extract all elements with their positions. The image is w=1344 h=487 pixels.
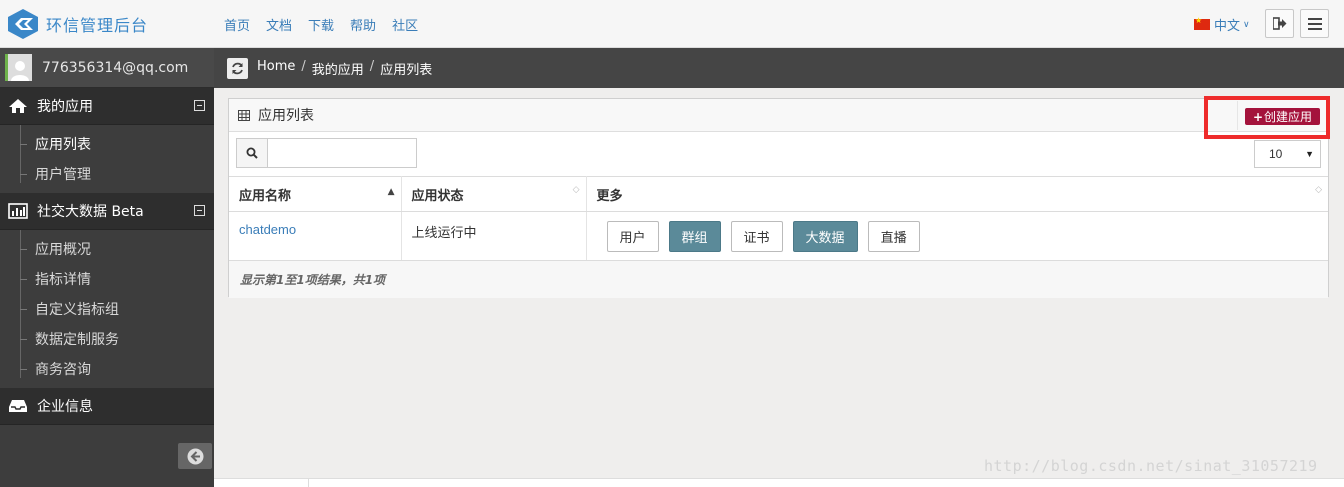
sidebar-collapse-button[interactable]	[178, 443, 212, 469]
sidebar-sublist-social-bigdata: 应用概况 指标详情 自定义指标组 数据定制服务 商务咨询	[0, 230, 214, 388]
column-header-label: 更多	[596, 188, 623, 204]
column-header-app-status[interactable]: 应用状态 ◇	[401, 176, 587, 212]
sidebar-item-user-management[interactable]: 用户管理	[0, 159, 214, 189]
nav-help[interactable]: 帮助	[350, 15, 376, 34]
sidebar-group-social-bigdata[interactable]: 社交大数据 Beta	[0, 193, 214, 230]
sidebar-item-custom-metric-group[interactable]: 自定义指标组	[0, 294, 214, 324]
app-table: 应用名称 ▲ 应用状态 ◇ 更多 ◇ chatdemo 上线运行中 用户 群组 …	[229, 176, 1328, 261]
table-toolbar: 10 ▼	[229, 132, 1328, 176]
arrow-circle-left-icon	[187, 448, 203, 464]
logout-button[interactable]	[1265, 9, 1294, 38]
app-list-panel: 应用列表 + 创建应用 10 ▼ 应用名称 ▲ 应用状态 ◇ 更多 ◇ chat…	[228, 96, 1330, 298]
table-info-footer: 显示第1至1项结果，共1项	[229, 261, 1328, 298]
sidebar-group-label: 社交大数据 Beta	[37, 204, 144, 220]
column-header-label: 应用名称	[239, 188, 292, 204]
collapse-icon[interactable]	[194, 100, 205, 111]
nav-docs[interactable]: 文档	[266, 15, 292, 34]
breadcrumb-home[interactable]: Home	[257, 59, 295, 78]
china-flag-icon	[1194, 16, 1210, 30]
live-button[interactable]: 直播	[867, 221, 920, 252]
search-input[interactable]	[268, 138, 417, 168]
user-email: 776356314@qq.com	[42, 59, 189, 76]
action-buttons: 用户 群组 证书 大数据 直播	[606, 221, 1329, 252]
search-icon	[246, 147, 258, 159]
home-icon	[9, 99, 27, 113]
bigdata-button[interactable]: 大数据	[792, 221, 858, 252]
hamburger-icon	[1307, 17, 1322, 30]
sort-asc-icon: ▲	[387, 187, 395, 197]
cell-actions: 用户 群组 证书 大数据 直播	[586, 211, 1329, 261]
panel-header: 应用列表 + 创建应用	[229, 96, 1330, 139]
breadcrumb: Home / 我的应用 / 应用列表	[257, 59, 432, 78]
inbox-icon	[9, 400, 27, 412]
sidebar-sublist-my-apps: 应用列表 用户管理	[0, 125, 214, 193]
users-button[interactable]: 用户	[606, 221, 659, 252]
user-icon	[11, 61, 29, 81]
language-selector[interactable]: 中文 ∨	[1194, 15, 1250, 34]
brand[interactable]: 环信管理后台	[6, 8, 148, 40]
sidebar-group-label: 企业信息	[37, 399, 93, 415]
table-icon	[238, 109, 250, 121]
breadcrumb-my-apps[interactable]: 我的应用	[312, 59, 364, 78]
chevron-down-icon: ∨	[1243, 19, 1250, 30]
menu-button[interactable]	[1300, 9, 1329, 38]
column-header-app-name[interactable]: 应用名称 ▲	[229, 176, 402, 212]
sidebar-item-app-list[interactable]: 应用列表	[0, 129, 214, 159]
page-size-select[interactable]: 10 ▼	[1254, 140, 1321, 168]
cell-app-status: 上线运行中	[401, 211, 587, 261]
search-group	[236, 138, 417, 168]
sidebar-group-label: 我的应用	[37, 99, 93, 115]
user-profile[interactable]: 776356314@qq.com	[0, 48, 214, 88]
nav-home[interactable]: 首页	[224, 15, 250, 34]
sidebar-item-business-consult[interactable]: 商务咨询	[0, 354, 214, 384]
search-addon[interactable]	[236, 138, 268, 168]
panel-title: 应用列表	[258, 108, 314, 124]
sort-icon: ◇	[572, 185, 580, 195]
top-navbar: 环信管理后台 首页 文档 下载 帮助 社区 中文 ∨	[0, 0, 1344, 48]
language-label: 中文	[1214, 19, 1241, 34]
collapse-icon[interactable]	[194, 205, 205, 216]
sort-icon: ◇	[1315, 185, 1322, 195]
sidebar: 776356314@qq.com 我的应用 应用列表 用户管理 社交大数据 Be…	[0, 48, 214, 487]
table-header-row: 应用名称 ▲ 应用状态 ◇ 更多 ◇	[229, 176, 1328, 212]
page-size-value: 10	[1269, 147, 1283, 161]
sidebar-item-metric-details[interactable]: 指标详情	[0, 264, 214, 294]
sidebar-group-company-info[interactable]: 企业信息	[0, 388, 214, 425]
breadcrumb-separator: /	[301, 58, 306, 74]
nav-download[interactable]: 下载	[308, 15, 334, 34]
column-header-more[interactable]: 更多 ◇	[586, 176, 1328, 212]
breadcrumb-current: 应用列表	[380, 62, 433, 78]
sign-out-icon	[1272, 17, 1286, 30]
easemob-logo-icon	[8, 9, 38, 39]
cell-app-name: chatdemo	[229, 211, 402, 261]
certificates-button[interactable]: 证书	[730, 221, 783, 252]
caret-down-icon: ▼	[1305, 149, 1314, 159]
sidebar-group-my-apps[interactable]: 我的应用	[0, 88, 214, 125]
bottom-strip	[214, 478, 1344, 487]
avatar	[5, 54, 32, 81]
table-row: chatdemo 上线运行中 用户 群组 证书 大数据 直播	[229, 211, 1329, 261]
bar-chart-icon	[8, 203, 28, 219]
nav-community[interactable]: 社区	[392, 15, 418, 34]
sidebar-item-data-custom-service[interactable]: 数据定制服务	[0, 324, 214, 354]
app-name-link[interactable]: chatdemo	[239, 222, 296, 237]
breadcrumb-separator: /	[369, 58, 375, 74]
breadcrumb-bar: Home / 我的应用 / 应用列表	[214, 48, 1344, 88]
sidebar-item-app-overview[interactable]: 应用概况	[0, 234, 214, 264]
refresh-icon	[232, 62, 243, 74]
watermark: http://blog.csdn.net/sinat_31057219	[984, 457, 1318, 475]
column-header-label: 应用状态	[411, 188, 464, 204]
groups-button[interactable]: 群组	[668, 221, 721, 252]
refresh-button[interactable]	[227, 57, 248, 79]
top-nav: 首页 文档 下载 帮助 社区	[224, 15, 434, 34]
brand-title: 环信管理后台	[46, 16, 149, 35]
